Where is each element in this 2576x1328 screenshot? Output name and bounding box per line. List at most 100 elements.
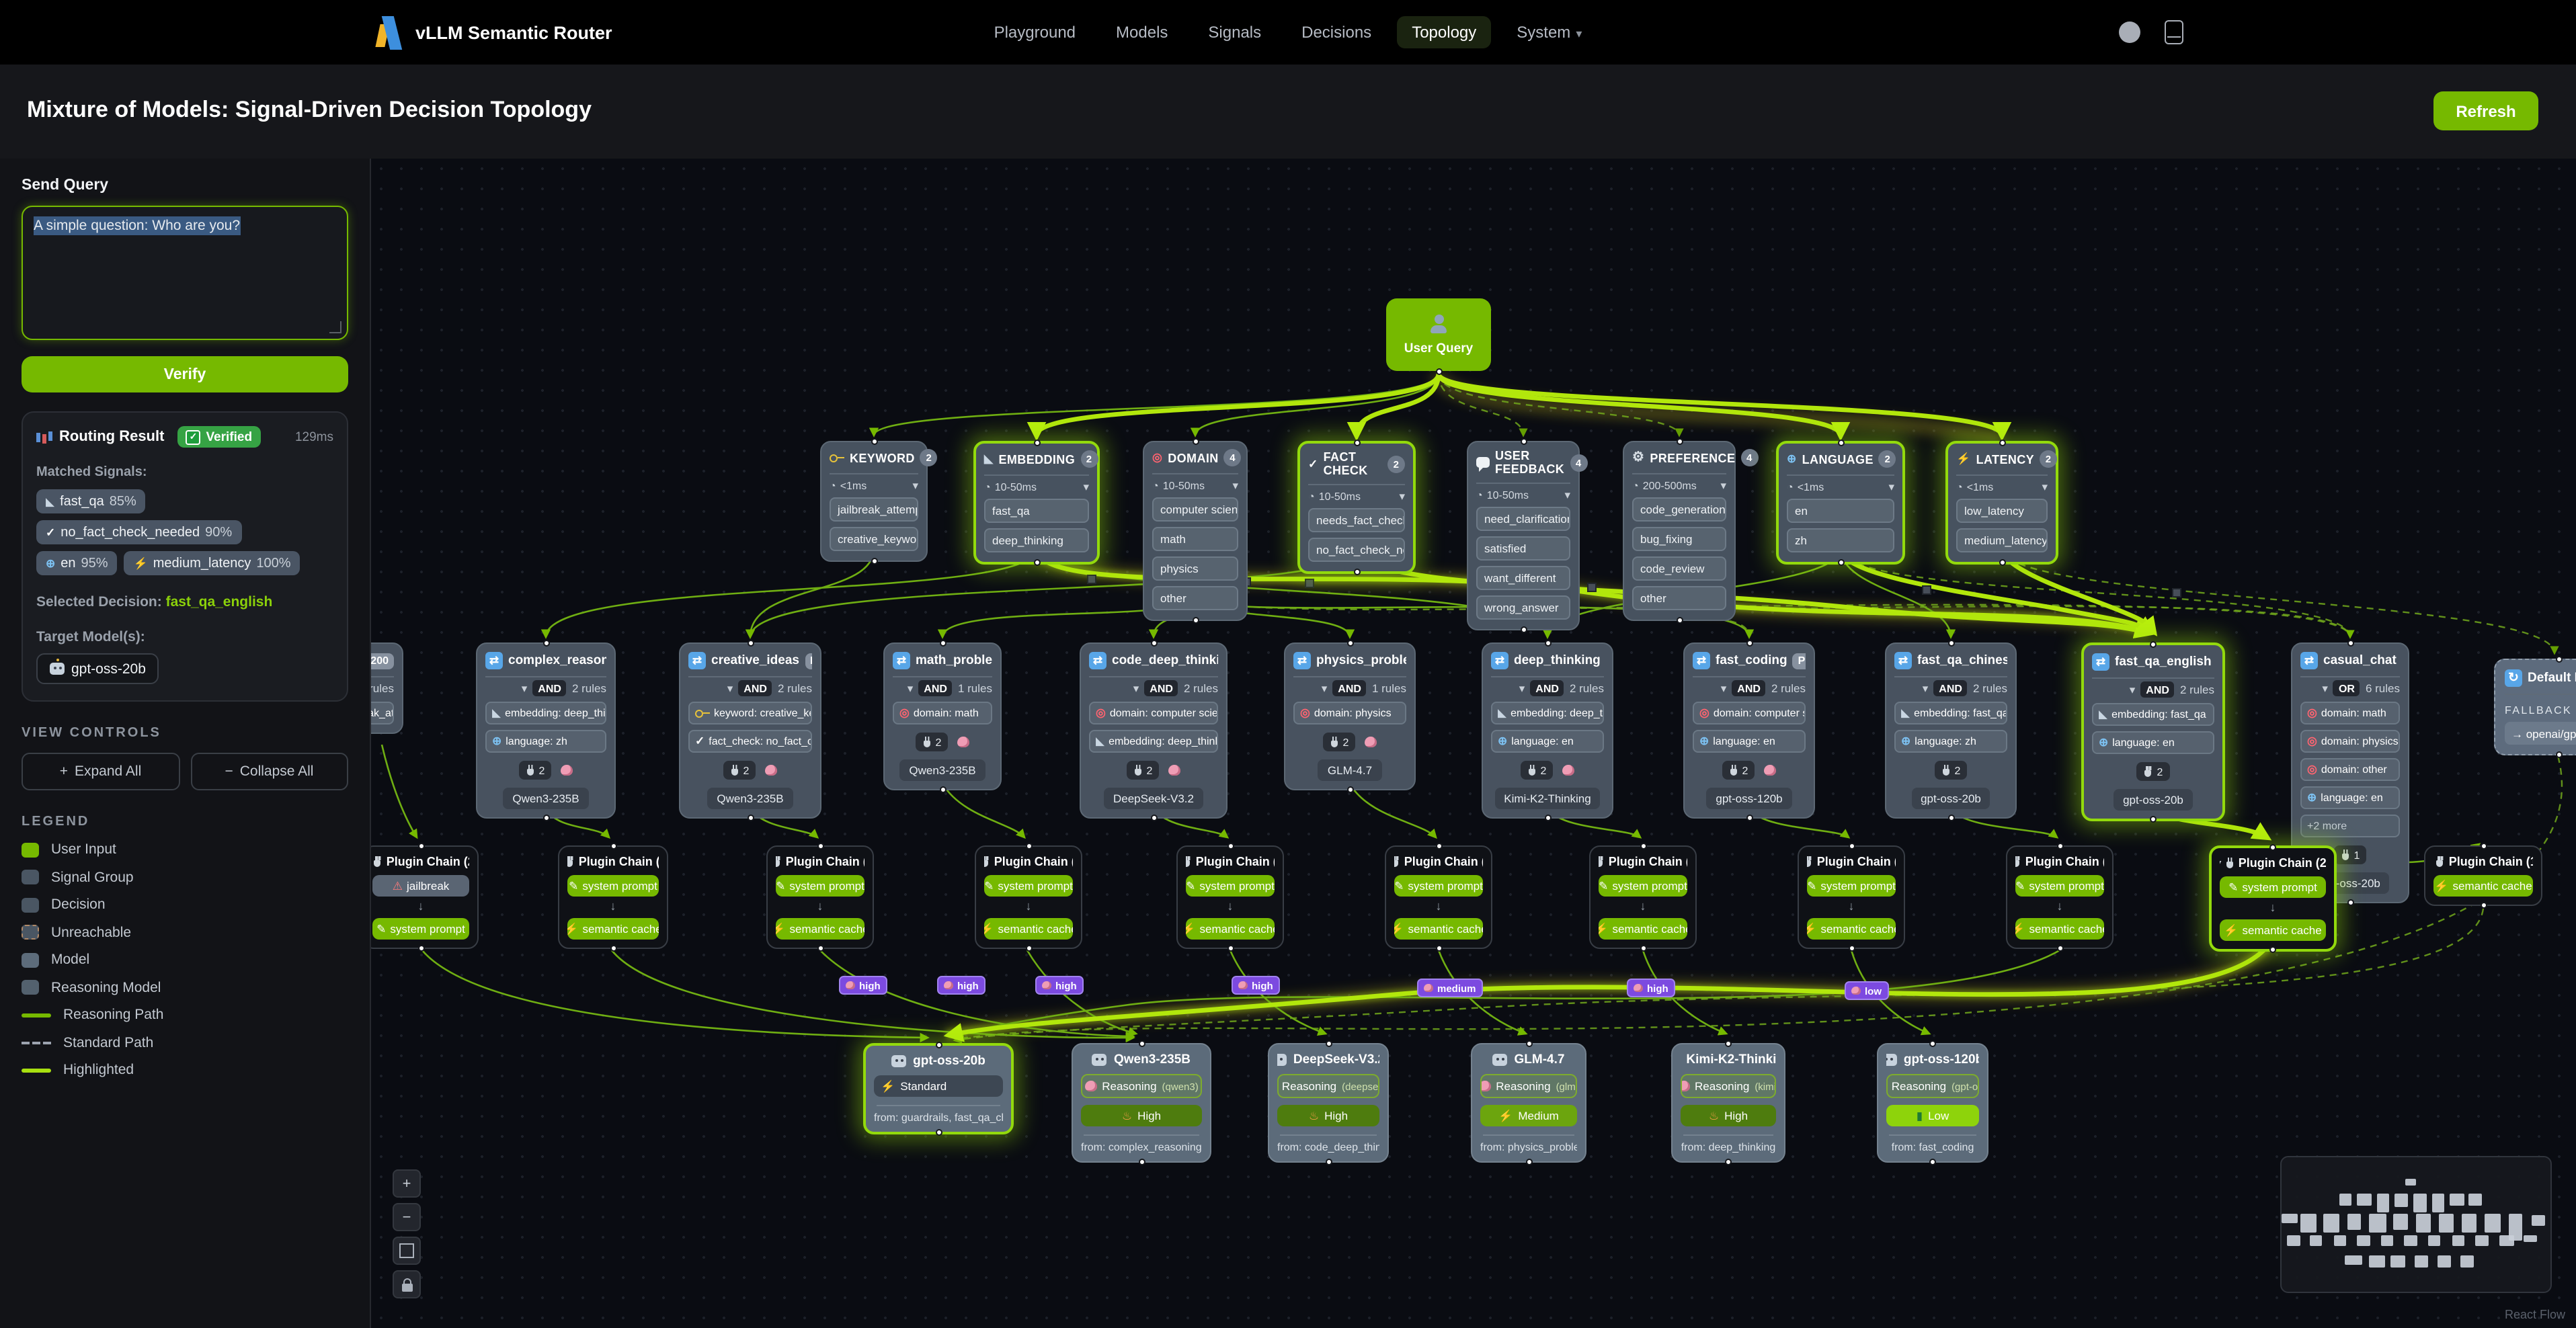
plugin-chain-header[interactable]: Plugin Chain (2) — [984, 855, 1073, 868]
plugin-step[interactable]: jailbreak — [372, 875, 469, 897]
verify-button[interactable]: Verify — [22, 356, 348, 392]
signal-item[interactable]: satisfied — [1476, 536, 1570, 561]
user-query-node[interactable]: User Query — [1386, 298, 1491, 371]
plugin-chain-header[interactable]: Plugin Chain (2) — [2220, 856, 2326, 870]
plugin-step[interactable]: semantic cache — [1807, 918, 1896, 940]
signal-group-keyword[interactable]: KEYWORD2<1msjailbreak_attemptcreative_ke… — [820, 441, 928, 562]
plugin-step[interactable]: semantic cache — [776, 918, 864, 940]
decision-model-chip[interactable]: GLM-4.7 — [1318, 759, 1381, 781]
plugin-chain-header[interactable]: Plugin Chain (2) — [567, 855, 659, 868]
plugin-step[interactable]: system prompt — [1599, 875, 1687, 897]
nav-item-models[interactable]: Models — [1101, 16, 1182, 48]
plugin-step[interactable]: semantic cache — [2433, 875, 2533, 897]
signal-item[interactable]: needs_fact_check — [1308, 508, 1405, 532]
plugin-step[interactable]: semantic cache — [2220, 919, 2326, 941]
default-route-node[interactable]: Default RouteFALLBACK→ openai/gpt-oss-..… — [2494, 659, 2576, 755]
plugin-step[interactable]: system prompt — [984, 875, 1073, 897]
rules-header[interactable]: OR6 rules — [2300, 680, 2400, 696]
decision-creative_ideas[interactable]: creative_ideasP160AND2 ruleskeyword: cre… — [679, 642, 821, 819]
topology-canvas[interactable]: User Query KEYWORD2<1msjailbreak_attemptc… — [371, 159, 2576, 1328]
plugin-chain-node[interactable]: Plugin Chain (2)jailbreak↓system prompt — [371, 845, 479, 949]
signal-item[interactable]: want_different — [1476, 566, 1570, 590]
plugin-chain-node[interactable]: Plugin Chain (2)system prompt↓semantic c… — [2006, 845, 2114, 949]
signal-item[interactable]: jailbreak_attempt — [830, 497, 918, 522]
decision-deep_thinking[interactable]: deep_thinkingP140AND2 rulesembedding: de… — [1482, 642, 1613, 819]
rules-header[interactable]: AND1 rules — [893, 680, 992, 696]
signal-group-user-feedback[interactable]: USER FEEDBACK410-50msneed_clarifications… — [1467, 441, 1580, 630]
model-gpt-oss-120b[interactable]: gpt-oss-120bReasoning(gpt-oss)Lowfrom: f… — [1877, 1043, 1988, 1163]
signal-item[interactable]: medium_latency — [1956, 528, 2048, 552]
plugin-chain-header[interactable]: Plugin Chain (2) — [1599, 855, 1687, 868]
plugin-chain-node[interactable]: Plugin Chain (2)system prompt↓semantic c… — [1385, 845, 1492, 949]
signal-latency-row[interactable]: 10-50ms — [1152, 480, 1238, 492]
signal-group-language[interactable]: LANGUAGE2<1msenzh — [1776, 441, 1905, 565]
plugin-step[interactable]: system prompt — [567, 875, 659, 897]
query-textarea[interactable]: A simple question: Who are you? — [22, 206, 348, 340]
zoom-out-button[interactable]: − — [393, 1203, 421, 1231]
signal-item[interactable]: creative_keywords — [830, 527, 918, 551]
plugin-chain-header[interactable]: Plugin Chain (1) — [2433, 855, 2533, 868]
plugin-step[interactable]: semantic cache — [567, 918, 659, 940]
plugin-step[interactable]: semantic cache — [1394, 918, 1483, 940]
nav-item-signals[interactable]: Signals — [1193, 16, 1276, 48]
lock-button[interactable] — [393, 1270, 421, 1298]
github-icon[interactable] — [2119, 22, 2140, 43]
plugin-chain-node[interactable]: Plugin Chain (2)system prompt↓semantic c… — [975, 845, 1082, 949]
signal-item[interactable]: code_generation — [1632, 497, 1726, 522]
signal-group-preference[interactable]: PREFERENCE4200-500mscode_generationbug_f… — [1623, 441, 1736, 621]
plugin-chain-node[interactable]: Plugin Chain (2)system prompt↓semantic c… — [1798, 845, 1905, 949]
plugin-step[interactable]: semantic cache — [1186, 918, 1275, 940]
decision-model-chip[interactable]: gpt-oss-120b — [1706, 788, 1792, 809]
plugin-chain-node[interactable]: Plugin Chain (2)system prompt↓semantic c… — [1589, 845, 1697, 949]
rules-header[interactable]: AND2 rules — [1693, 680, 1806, 696]
plugin-chain-header[interactable]: Plugin Chain (2) — [1394, 855, 1483, 868]
fallback-model-chip[interactable]: → openai/gpt-oss-... — [2505, 722, 2576, 745]
nav-item-topology[interactable]: Topology — [1397, 16, 1491, 48]
plugin-chain-node[interactable]: Plugin Chain (2)system prompt↓semantic c… — [766, 845, 874, 949]
signal-item[interactable]: deep_thinking — [984, 528, 1089, 552]
resize-handle-icon[interactable] — [329, 321, 341, 333]
zoom-in-button[interactable]: + — [393, 1169, 421, 1198]
signal-item[interactable]: no_fact_check_needed — [1308, 538, 1405, 562]
signal-item[interactable]: fast_qa — [984, 499, 1089, 523]
plugin-chain-header[interactable]: Plugin Chain (2) — [2015, 855, 2104, 868]
expand-all-button[interactable]: +Expand All — [22, 753, 179, 790]
rules-header[interactable]: AND1 rules — [371, 680, 394, 696]
plugin-chain-header[interactable]: Plugin Chain (2) — [372, 855, 469, 868]
nav-item-decisions[interactable]: Decisions — [1287, 16, 1386, 48]
model-Qwen3-235B[interactable]: Qwen3-235BReasoning(qwen3)Highfrom: comp… — [1072, 1043, 1211, 1163]
rules-header[interactable]: AND2 rules — [1491, 680, 1604, 696]
signal-item[interactable]: other — [1152, 586, 1238, 610]
signal-item[interactable]: code_review — [1632, 556, 1726, 581]
decision-model-chip[interactable]: DeepSeek-V3.2 — [1104, 788, 1203, 809]
signal-group-embedding[interactable]: EMBEDDING210-50msfast_qadeep_thinking — [973, 441, 1100, 565]
plugin-step[interactable]: system prompt — [1807, 875, 1896, 897]
plugin-step[interactable]: semantic cache — [1599, 918, 1687, 940]
decision-model-chip[interactable]: gpt-oss-20b — [1911, 788, 1990, 809]
plugin-chain-header[interactable]: Plugin Chain (2) — [1186, 855, 1275, 868]
decision-model-chip[interactable]: Qwen3-235B — [503, 788, 588, 809]
plugin-chain-node[interactable]: Plugin Chain (2)system prompt↓semantic c… — [558, 845, 668, 949]
signal-item[interactable]: bug_fixing — [1632, 527, 1726, 551]
decision-model-chip[interactable]: gpt-oss-20b — [2114, 789, 2193, 811]
decision-fast_coding[interactable]: fast_codingP135AND2 rulesdomain: compute… — [1683, 642, 1815, 819]
plugin-step[interactable]: semantic cache — [984, 918, 1073, 940]
plugin-chain-node[interactable]: Plugin Chain (2)system prompt↓semantic c… — [1176, 845, 1284, 949]
decision-model-chip[interactable]: Qwen3-235B — [899, 759, 985, 781]
plugin-step[interactable]: system prompt — [1394, 875, 1483, 897]
plugin-step[interactable]: system prompt — [372, 918, 469, 940]
plugin-step[interactable]: system prompt — [1186, 875, 1275, 897]
plugin-step[interactable]: system prompt — [2015, 875, 2104, 897]
signal-latency-row[interactable]: <1ms — [1787, 481, 1894, 493]
plugin-step[interactable]: system prompt — [776, 875, 864, 897]
signal-group-domain[interactable]: DOMAIN410-50mscomputer sciencemathphysic… — [1143, 441, 1248, 621]
plugin-chain-header[interactable]: Plugin Chain (2) — [1807, 855, 1896, 868]
decision-guardrails[interactable]: guardrailsP200AND1 ruleskeyword: jailbre… — [371, 642, 403, 734]
decision-model-chip[interactable]: Kimi-K2-Thinking — [1494, 788, 1600, 809]
signal-item[interactable]: zh — [1787, 528, 1894, 552]
docs-icon[interactable] — [2165, 20, 2183, 44]
decision-fast_qa_english[interactable]: fast_qa_englishP120AND2 rulesembedding: … — [2081, 642, 2225, 821]
signal-group-latency[interactable]: LATENCY2<1mslow_latencymedium_latency — [1945, 441, 2058, 565]
rules-header[interactable]: AND2 rules — [688, 680, 812, 696]
signal-latency-row[interactable]: 200-500ms — [1632, 480, 1726, 492]
